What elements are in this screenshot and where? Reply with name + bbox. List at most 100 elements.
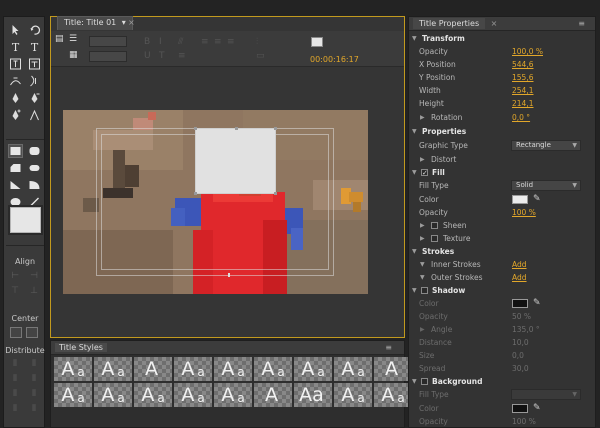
font-family-dropdown[interactable] [89, 36, 127, 47]
tab-menu-icon[interactable]: ▾ [122, 18, 126, 27]
transform-section[interactable]: ▼ Transform [409, 32, 595, 45]
style-sample[interactable]: A [254, 383, 292, 407]
graphic-type-dropdown[interactable]: Rectangle ▼ [511, 140, 581, 151]
distribute-horizontal-icon[interactable]: ⫴ [8, 404, 22, 416]
kerning-icon[interactable]: ⫻ [178, 37, 183, 47]
rotation-value[interactable]: 0,0 ° [512, 111, 530, 124]
style-sample[interactable]: Aa [294, 357, 332, 381]
fill-color-swatch[interactable] [512, 195, 528, 204]
rectangle-tool-icon[interactable] [8, 144, 23, 158]
type-tool-icon[interactable]: T [8, 40, 23, 54]
properties-menu-icon[interactable]: ≡ [572, 18, 591, 29]
background-section[interactable]: ▼ Background [409, 375, 595, 388]
italic-icon[interactable]: I [159, 37, 162, 47]
expand-triangle-icon[interactable]: ▶ [420, 111, 425, 124]
tab-close-icon[interactable]: × [128, 18, 135, 27]
path-type-tool-icon[interactable] [8, 74, 23, 88]
strokes-section[interactable]: ▼ Strokes [409, 245, 595, 258]
font-style-dropdown[interactable] [89, 51, 127, 62]
rotation-tool-icon[interactable] [27, 23, 42, 37]
vertical-type-tool-icon[interactable]: T [27, 40, 42, 54]
align-left-icon[interactable]: ⊢ [8, 271, 22, 283]
wedge-tool-icon[interactable] [8, 178, 23, 192]
align-bottom-icon[interactable]: ⊥ [27, 286, 41, 298]
convert-anchor-point-tool-icon[interactable] [27, 108, 42, 122]
rounded-corner-rectangle-tool-icon[interactable] [27, 161, 42, 175]
collapse-triangle-icon[interactable]: ▼ [420, 271, 425, 284]
style-sample[interactable]: Aa [94, 357, 132, 381]
resize-handle[interactable] [274, 127, 277, 130]
outer-strokes-add-link[interactable]: Add [512, 271, 527, 284]
properties-close-icon[interactable]: × [485, 18, 504, 29]
font-size-icon[interactable]: T [159, 51, 165, 61]
angle-value[interactable]: 135,0 ° [512, 323, 540, 336]
x-position-value[interactable]: 544,6 [512, 58, 533, 71]
resize-handle[interactable] [235, 127, 238, 130]
distribute-center-icon[interactable]: ⫴ [27, 359, 41, 371]
underline-icon[interactable]: U [144, 51, 151, 61]
resize-handle[interactable] [194, 192, 197, 195]
template-icon[interactable]: ▭ [256, 51, 265, 61]
align-center-icon[interactable]: ⊣ [27, 271, 41, 283]
distort-row[interactable]: ▶ Distort [409, 153, 595, 166]
distribute-middle-icon[interactable]: ⫴ [8, 389, 22, 401]
style-sample[interactable]: Aa [54, 383, 92, 407]
style-sample[interactable]: Aa [214, 357, 252, 381]
eyedropper-icon[interactable]: ✎ [533, 402, 541, 415]
center-vertical-icon[interactable] [26, 327, 38, 338]
distribute-vertical-icon[interactable]: ⫴ [27, 404, 41, 416]
style-sample[interactable]: Aa [94, 383, 132, 407]
align-right-text-icon[interactable]: ≡ [227, 37, 235, 47]
selected-rectangle-shape[interactable] [194, 127, 277, 195]
tab-title-properties[interactable]: Title Properties [413, 18, 486, 29]
selection-tool-icon[interactable] [8, 23, 23, 37]
properties-section[interactable]: ▼ Properties [409, 125, 595, 138]
texture-checkbox[interactable] [431, 235, 438, 242]
vertical-area-type-tool-icon[interactable] [27, 57, 42, 71]
collapse-triangle-icon[interactable]: ▼ [412, 375, 417, 388]
expand-triangle-icon[interactable]: ▶ [420, 153, 425, 166]
style-sample[interactable]: Aa [374, 383, 412, 407]
shadow-checkbox[interactable] [421, 287, 428, 294]
bg-color-swatch[interactable] [512, 404, 528, 413]
distribute-right-icon[interactable]: ⫴ [8, 374, 22, 386]
area-type-tool-icon[interactable] [8, 57, 23, 71]
y-position-value[interactable]: 155,6 [512, 71, 533, 84]
bold-icon[interactable]: B [144, 37, 150, 47]
expand-triangle-icon[interactable]: ▶ [420, 323, 425, 336]
distribute-top-icon[interactable]: ⫴ [27, 374, 41, 386]
resize-handle[interactable] [274, 192, 277, 195]
arc-tool-icon[interactable] [27, 178, 42, 192]
show-video-icon[interactable] [311, 37, 323, 47]
style-sample[interactable]: Aa [174, 357, 212, 381]
style-sample[interactable]: A [134, 357, 172, 381]
fill-checkbox[interactable]: ✓ [421, 169, 428, 177]
fill-section[interactable]: ▼ ✓ Fill [409, 166, 595, 179]
shadow-section[interactable]: ▼ Shadow [409, 284, 595, 297]
eyedropper-icon[interactable]: ✎ [533, 297, 541, 310]
style-swatch[interactable] [10, 207, 41, 233]
pen-tool-icon[interactable] [8, 91, 23, 105]
shadow-opacity-value[interactable]: 50 % [512, 310, 531, 323]
height-value[interactable]: 214,1 [512, 97, 533, 110]
distance-value[interactable]: 10,0 [512, 336, 529, 349]
bg-opacity-value[interactable]: 100 % [512, 415, 536, 427]
roll-crawl-icon[interactable]: ☰ [69, 34, 77, 44]
tab-stop-icon[interactable]: ⫶ [256, 37, 258, 47]
timecode[interactable]: 00:00:16:17 [310, 55, 359, 64]
expand-triangle-icon[interactable]: ▶ [420, 219, 425, 232]
expand-triangle-icon[interactable]: ▶ [420, 232, 425, 245]
delete-anchor-point-tool-icon[interactable] [27, 91, 42, 105]
tab-stops-icon[interactable]: ▦ [69, 50, 78, 60]
collapse-triangle-icon[interactable]: ▼ [412, 32, 417, 45]
styles-panel-menu-icon[interactable]: ≡ [381, 343, 396, 352]
style-sample[interactable]: A [374, 357, 412, 381]
title-canvas[interactable] [63, 110, 368, 294]
align-center-text-icon[interactable]: ≡ [214, 37, 222, 47]
align-left-text-icon[interactable]: ≡ [201, 37, 209, 47]
shadow-color-swatch[interactable] [512, 299, 528, 308]
collapse-triangle-icon[interactable]: ▼ [412, 125, 417, 138]
size-value[interactable]: 0,0 [512, 349, 524, 362]
fill-type-dropdown[interactable]: Solid ▼ [511, 180, 581, 191]
opacity-value[interactable]: 100,0 % [512, 45, 543, 58]
